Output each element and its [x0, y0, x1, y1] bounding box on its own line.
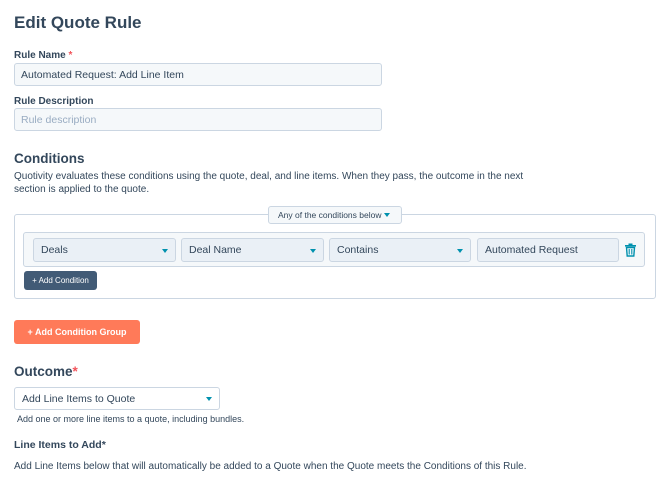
rule-name-label-text: Rule Name	[14, 50, 66, 61]
rule-description-label: Rule Description	[14, 96, 94, 107]
match-type-value: Any of the conditions below	[278, 210, 382, 220]
conditions-help-line-1: Quotivity evaluates these conditions usi…	[14, 171, 524, 182]
chevron-down-icon	[457, 249, 463, 253]
condition-property-select[interactable]: Deal Name	[181, 238, 324, 262]
outcome-title-text: Outcome	[14, 364, 73, 379]
chevron-down-icon	[162, 249, 168, 253]
condition-value-text: Automated Request	[485, 244, 578, 256]
condition-operator-select[interactable]: Contains	[329, 238, 471, 262]
condition-object-select[interactable]: Deals	[33, 238, 176, 262]
add-condition-group-button[interactable]: + Add Condition Group	[14, 320, 140, 344]
chevron-down-icon	[310, 249, 316, 253]
required-mark: *	[72, 364, 78, 379]
line-items-title: Line Items to Add*	[14, 439, 106, 451]
trash-icon[interactable]	[624, 243, 637, 257]
outcome-help: Add one or more line items to a quote, i…	[17, 414, 245, 424]
chevron-down-icon	[384, 213, 390, 217]
match-type-select[interactable]: Any of the conditions below	[268, 206, 402, 224]
rule-name-input[interactable]: Automated Request: Add Line Item	[14, 63, 382, 86]
condition-property-value: Deal Name	[189, 244, 242, 256]
condition-operator-value: Contains	[337, 244, 379, 256]
line-items-help: Add Line Items below that will automatic…	[14, 461, 527, 472]
chevron-down-icon	[206, 397, 212, 401]
outcome-title: Outcome*	[14, 364, 78, 379]
page-title: Edit Quote Rule	[14, 13, 142, 32]
condition-value-input[interactable]: Automated Request	[477, 238, 619, 262]
add-condition-button[interactable]: + Add Condition	[24, 271, 97, 290]
outcome-select[interactable]: Add Line Items to Quote	[14, 387, 220, 410]
conditions-help-line-2: section is applied to the quote.	[14, 184, 150, 195]
rule-description-input[interactable]: Rule description	[14, 108, 382, 131]
rule-name-label: Rule Name *	[14, 50, 72, 61]
condition-object-value: Deals	[41, 244, 68, 256]
required-mark: *	[68, 50, 73, 61]
conditions-title: Conditions	[14, 151, 85, 166]
outcome-select-value: Add Line Items to Quote	[22, 392, 136, 405]
conditions-help: Quotivity evaluates these conditions usi…	[14, 170, 554, 196]
